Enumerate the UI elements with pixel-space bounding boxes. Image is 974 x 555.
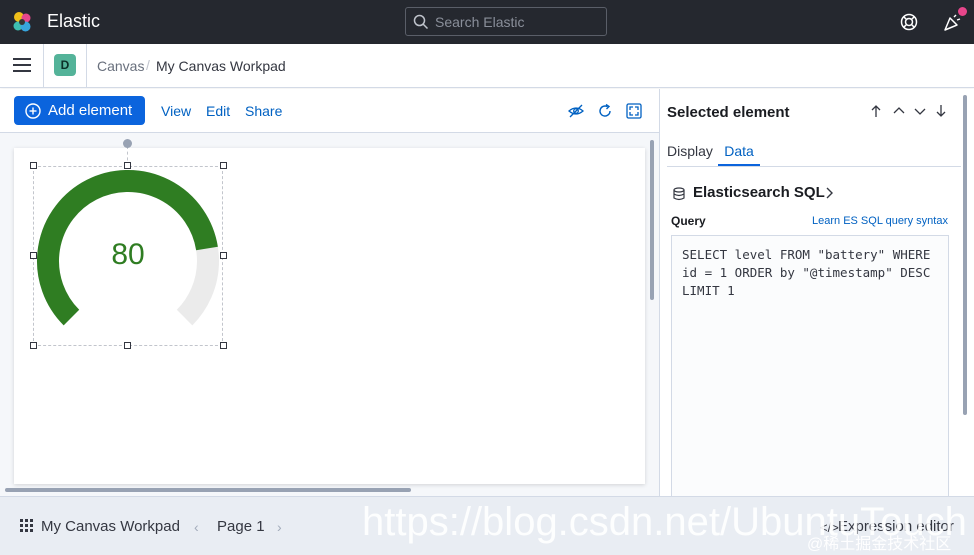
grid-icon[interactable] (20, 519, 33, 532)
menu-icon[interactable] (13, 58, 31, 72)
brand-name[interactable]: Elastic (47, 11, 100, 32)
workspace-vertical-scrollbar[interactable] (650, 140, 654, 300)
chevron-left-icon[interactable]: ‹ (194, 519, 199, 535)
share-menu[interactable]: Share (245, 103, 282, 119)
panel-title: Selected element (667, 104, 790, 121)
chevron-right-icon[interactable] (824, 187, 834, 199)
elastic-logo-icon[interactable] (10, 10, 34, 34)
divider (43, 44, 44, 88)
newsfeed-button[interactable] (941, 7, 967, 34)
send-to-back-icon[interactable] (934, 104, 948, 118)
watermark-cn: @稀土掘金技术社区 (807, 536, 952, 553)
edit-menu[interactable]: Edit (206, 103, 230, 119)
breadcrumb-separator: / (146, 57, 150, 73)
bring-to-front-icon[interactable] (869, 104, 883, 118)
add-element-label: Add element (48, 102, 133, 119)
notification-dot (958, 7, 967, 16)
eye-closed-icon[interactable] (567, 102, 585, 120)
datasource-name[interactable]: Elasticsearch SQL (693, 184, 825, 201)
bring-forward-icon[interactable] (892, 104, 906, 118)
page-selector[interactable]: Page 1 (217, 518, 265, 535)
rotation-handle[interactable] (123, 139, 132, 148)
global-search-input[interactable]: Search Elastic (405, 7, 607, 36)
divider (86, 44, 87, 88)
query-help-link[interactable]: Learn ES SQL query syntax (812, 215, 948, 227)
plus-circle-icon (25, 103, 41, 119)
canvas-toolbar: Add element View Edit Share (0, 89, 659, 133)
chevron-right-icon[interactable]: › (277, 519, 282, 535)
send-backward-icon[interactable] (913, 104, 927, 118)
gauge-value: 80 (111, 238, 145, 271)
refresh-icon[interactable] (596, 102, 614, 120)
query-label: Query (671, 214, 706, 228)
panel-scrollbar[interactable] (963, 95, 967, 415)
add-element-button[interactable]: Add element (14, 96, 145, 125)
tab-divider (667, 166, 961, 167)
fullscreen-icon[interactable] (625, 102, 643, 120)
query-textarea[interactable]: SELECT level FROM "battery" WHERE id = 1… (671, 235, 949, 496)
help-icon[interactable] (899, 12, 919, 32)
space-avatar[interactable]: D (54, 54, 76, 76)
tab-data[interactable]: Data (718, 143, 760, 159)
database-icon (673, 187, 685, 201)
search-placeholder: Search Elastic (435, 14, 525, 30)
search-icon (413, 14, 429, 30)
tab-display[interactable]: Display (667, 143, 713, 159)
breadcrumb-canvas[interactable]: Canvas (97, 58, 144, 74)
footer-workpad-title[interactable]: My Canvas Workpad (41, 518, 180, 535)
breadcrumb-current: My Canvas Workpad (156, 58, 286, 74)
breadcrumb-bar: D Canvas / My Canvas Workpad (0, 44, 974, 88)
workspace-horizontal-scrollbar[interactable] (5, 488, 411, 492)
view-menu[interactable]: View (161, 103, 191, 119)
